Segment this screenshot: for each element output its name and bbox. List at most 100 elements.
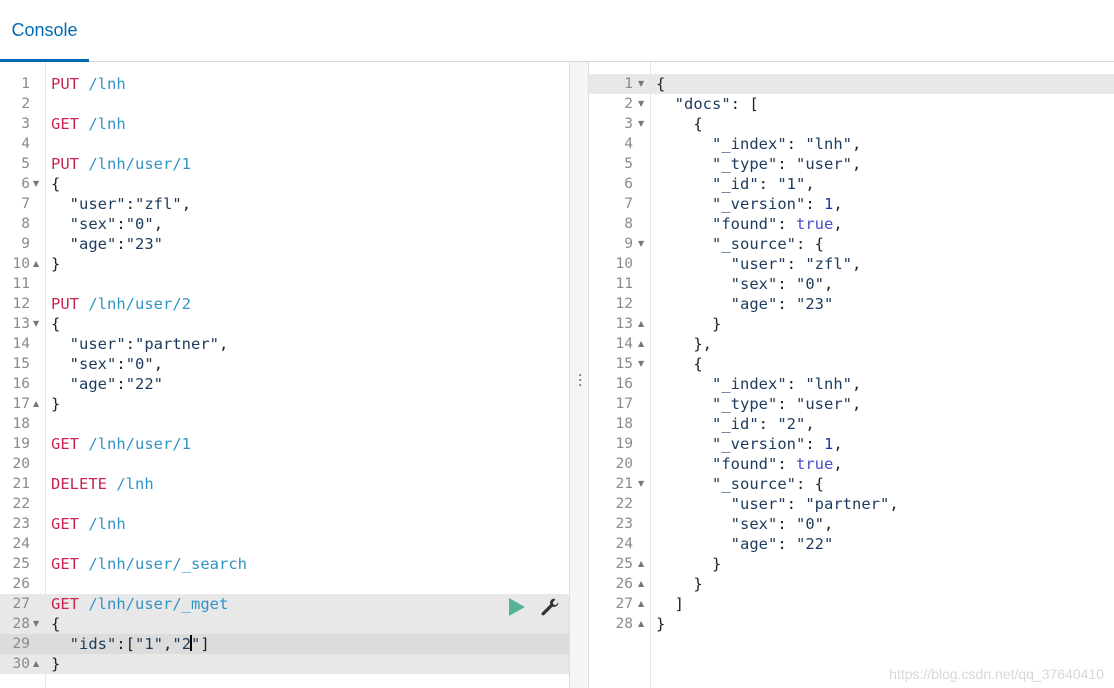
line-number: 6 [624, 176, 633, 192]
request-line[interactable]: 18 [0, 414, 569, 434]
tab-console-label: Console [11, 20, 78, 40]
code-text: "age": "22" [730, 535, 834, 553]
line-number: 16 [615, 376, 633, 392]
request-line[interactable]: 30 ▲} [0, 654, 569, 674]
line-number: 12 [615, 296, 633, 312]
fold-up-icon[interactable]: ▲ [638, 554, 644, 574]
wrench-icon[interactable] [540, 597, 560, 619]
response-line: 5 "_type": "user", [589, 154, 1114, 174]
fold-down-icon[interactable]: ▼ [33, 174, 39, 194]
response-line: 20 "found": true, [589, 454, 1114, 474]
request-line[interactable]: 21 DELETE /lnh [0, 474, 569, 494]
response-viewer[interactable]: 1 ▼{2 ▼ "docs": [3 ▼ {4 "_index": "lnh", 5 "… [589, 62, 1114, 688]
fold-up-icon[interactable]: ▲ [638, 594, 644, 614]
fold-up-icon[interactable]: ▲ [33, 394, 39, 414]
line-number: 10 [615, 256, 633, 272]
code-text: GET /lnh [51, 515, 126, 533]
request-line[interactable]: 10 ▲} [0, 254, 569, 274]
line-number: 1 [624, 76, 633, 92]
request-line[interactable]: 5 PUT /lnh/user/1 [0, 154, 569, 174]
code-text: DELETE /lnh [51, 475, 154, 493]
code-text: "_version": 1, [712, 195, 843, 213]
request-line[interactable]: 16 "age":"22" [0, 374, 569, 394]
request-line[interactable]: 8 "sex":"0", [0, 214, 569, 234]
line-number: 4 [624, 136, 633, 152]
code-text: GET /lnh/user/_mget [51, 595, 229, 613]
line-number: 17 [615, 396, 633, 412]
request-line[interactable]: 7 "user":"zfl", [0, 194, 569, 214]
response-line: 28 ▲} [589, 614, 1114, 634]
request-line[interactable]: 9 "age":"23" [0, 234, 569, 254]
code-text: "found": true, [712, 215, 843, 233]
fold-up-icon[interactable]: ▲ [33, 254, 39, 274]
line-number: 11 [12, 276, 30, 292]
line-number: 29 [12, 636, 30, 652]
request-line[interactable]: 22 [0, 494, 569, 514]
request-line[interactable]: 25 GET /lnh/user/_search [0, 554, 569, 574]
fold-up-icon[interactable]: ▲ [638, 314, 644, 334]
fold-up-icon[interactable]: ▲ [33, 654, 39, 674]
request-line[interactable]: 27 GET /lnh/user/_mget [0, 594, 569, 614]
line-number: 22 [12, 496, 30, 512]
code-text: "_source": { [712, 475, 824, 493]
code-text: "_type": "user", [712, 155, 862, 173]
request-line[interactable]: 23 GET /lnh [0, 514, 569, 534]
line-number: 7 [624, 196, 633, 212]
request-line[interactable]: 6 ▼ { [0, 174, 569, 194]
request-line[interactable]: 4 [0, 134, 569, 154]
resizer-grip-icon: · · · [578, 368, 583, 394]
request-line[interactable]: 13 ▼ { [0, 314, 569, 334]
line-number: 14 [615, 336, 633, 352]
request-editor[interactable]: 1 PUT /lnh 2 3 GET /lnh 4 5 PUT /lnh/user/1 6 ▼{7… [0, 62, 569, 688]
line-number: 13 [615, 316, 633, 332]
request-line[interactable]: 2 [0, 94, 569, 114]
request-line[interactable]: 12 PUT /lnh/user/2 [0, 294, 569, 314]
request-line[interactable]: 24 [0, 534, 569, 554]
response-line: 13 ▲ } [589, 314, 1114, 334]
code-text: { [51, 175, 61, 193]
fold-up-icon[interactable]: ▲ [638, 334, 644, 354]
request-line[interactable]: 19 GET /lnh/user/1 [0, 434, 569, 454]
fold-down-icon[interactable]: ▼ [638, 94, 644, 114]
response-line: 14 ▲ }, [589, 334, 1114, 354]
request-line[interactable]: 28 ▼ { [0, 614, 569, 634]
line-number: 17 [12, 396, 30, 412]
play-icon[interactable] [508, 597, 526, 619]
request-line[interactable]: 26 [0, 574, 569, 594]
fold-up-icon[interactable]: ▲ [638, 614, 644, 634]
request-line[interactable]: 3 GET /lnh [0, 114, 569, 134]
code-text: "sex": "0", [730, 515, 834, 533]
request-line[interactable]: 20 [0, 454, 569, 474]
line-number: 25 [615, 556, 633, 572]
line-number: 9 [21, 236, 30, 252]
fold-down-icon[interactable]: ▼ [638, 474, 644, 494]
line-number: 8 [21, 216, 30, 232]
line-number: 20 [615, 456, 633, 472]
response-line: 18 "_id": "2", [589, 414, 1114, 434]
fold-down-icon[interactable]: ▼ [638, 354, 644, 374]
fold-up-icon[interactable]: ▲ [638, 574, 644, 594]
tab-console[interactable]: Console [0, 0, 89, 62]
request-line[interactable]: 29 "ids":["1","2"] [0, 634, 569, 654]
line-number: 15 [615, 356, 633, 372]
line-number: 12 [12, 296, 30, 312]
line-number: 19 [12, 436, 30, 452]
fold-down-icon[interactable]: ▼ [638, 234, 644, 254]
request-line[interactable]: 1 PUT /lnh [0, 74, 569, 94]
fold-down-icon[interactable]: ▼ [638, 114, 644, 134]
pane-resizer[interactable]: · · · [569, 62, 589, 688]
line-number: 19 [615, 436, 633, 452]
fold-down-icon[interactable]: ▼ [638, 74, 644, 94]
fold-down-icon[interactable]: ▼ [33, 314, 39, 334]
response-line: 19 "_version": 1, [589, 434, 1114, 454]
request-line[interactable]: 11 [0, 274, 569, 294]
code-text: } [656, 315, 722, 333]
fold-down-icon[interactable]: ▼ [33, 614, 39, 634]
request-line[interactable]: 14 "user":"partner", [0, 334, 569, 354]
request-line[interactable]: 15 "sex":"0", [0, 354, 569, 374]
request-line[interactable]: 17 ▲} [0, 394, 569, 414]
request-lines[interactable]: 1 PUT /lnh 2 3 GET /lnh 4 5 PUT /lnh/user/1 6 ▼{7… [0, 74, 569, 674]
code-text: "sex":"0", [69, 355, 164, 373]
code-text: { [656, 75, 666, 93]
code-text: "sex":"0", [69, 215, 164, 233]
